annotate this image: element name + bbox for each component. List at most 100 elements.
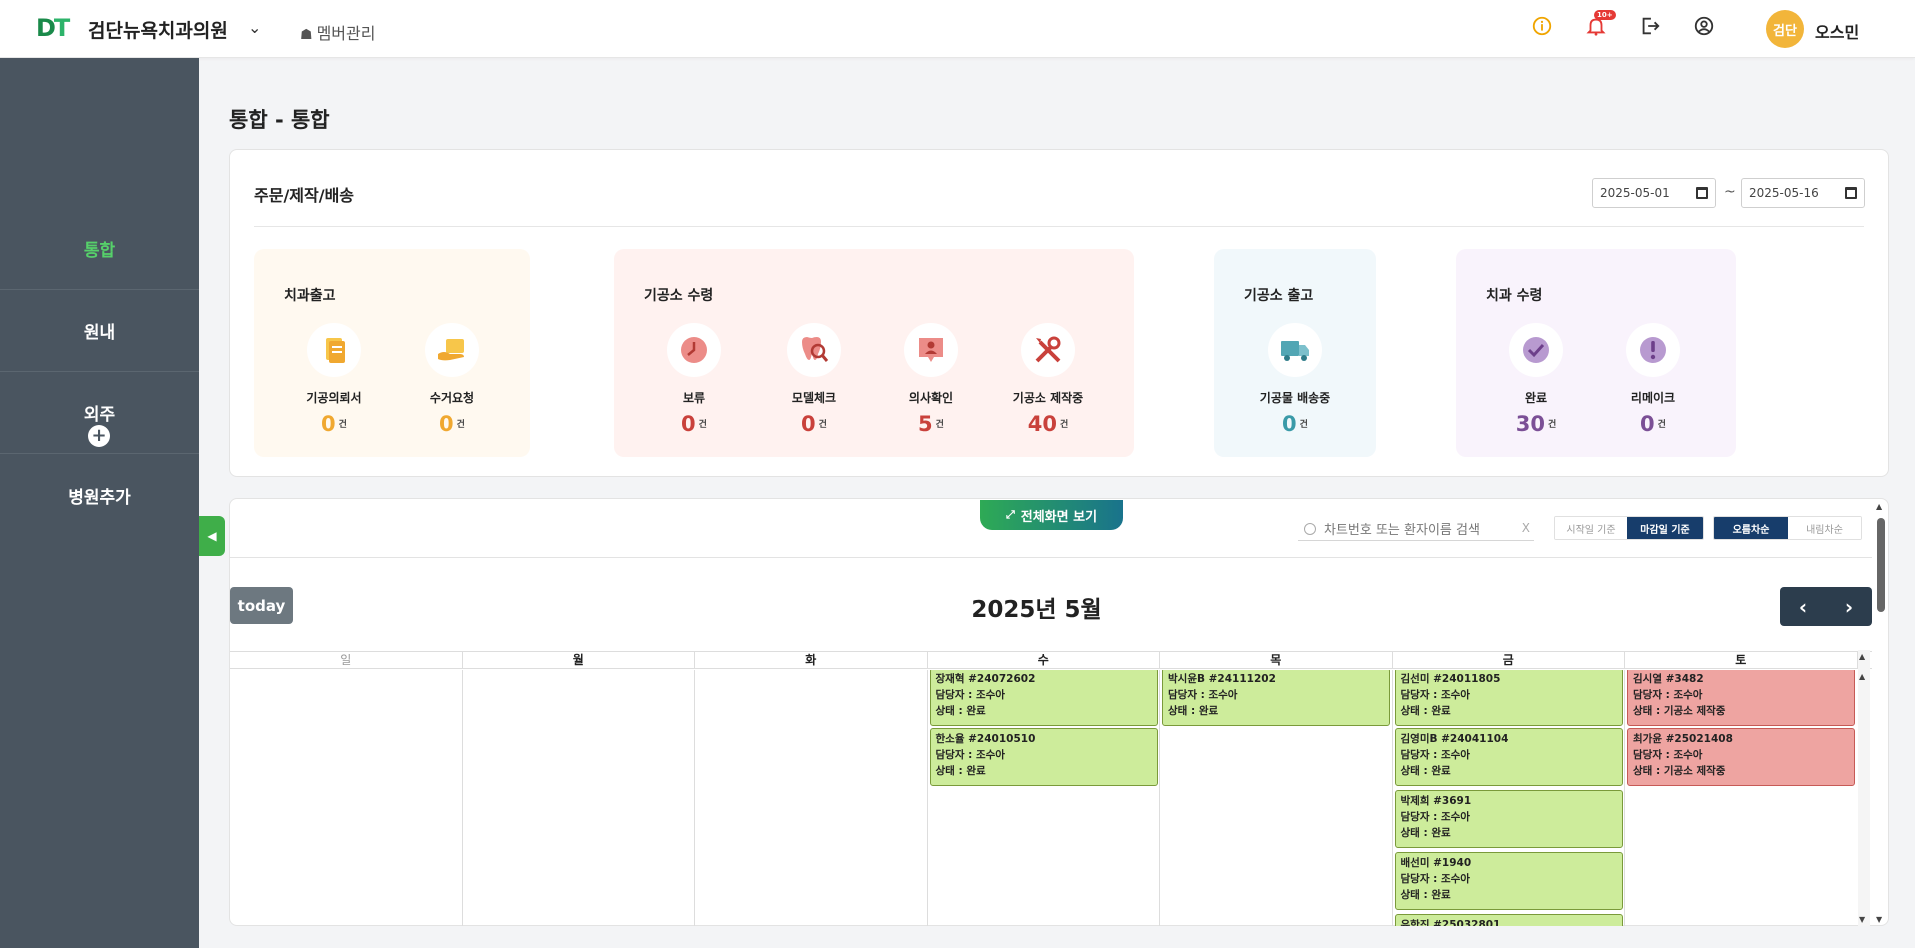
weekday-thu: 목 xyxy=(1160,652,1393,668)
card-clinic-receipt: 치과 수령 완료 30 건 리메이크 0건 xyxy=(1456,249,1736,457)
app-logo[interactable]: DT xyxy=(36,14,70,42)
chevron-down-icon[interactable]: ⌄ xyxy=(248,18,261,37)
avatar[interactable]: 검단 xyxy=(1766,10,1804,48)
panel-scrollbar[interactable]: ▲ ▼ xyxy=(1874,500,1888,926)
sidebar-collapse-button[interactable]: ◀ xyxy=(199,516,225,556)
sidebar-item-integrated[interactable]: 통합 xyxy=(0,208,199,290)
calendar-grid: 장재혁 #24072602 담당자 : 조수아 상태 : 완료 한소율 #24010… xyxy=(230,670,1872,926)
user-circle-icon[interactable] xyxy=(1692,14,1716,38)
weekday-header: 일 월 화 수 목 금 토 xyxy=(230,651,1872,669)
start-date-basis-button[interactable]: 시작일 기준 xyxy=(1555,517,1627,539)
sidebar-item-inhouse[interactable]: 원내 xyxy=(0,290,199,372)
stat-model-check[interactable]: 모델체크 0건 xyxy=(764,323,864,436)
weekday-fri: 금 xyxy=(1393,652,1625,668)
scroll-up-arrow-icon[interactable]: ▲ xyxy=(1859,652,1865,661)
end-date-basis-button[interactable]: 마감일 기준 xyxy=(1627,517,1703,539)
stat-hold[interactable]: 보류 0건 xyxy=(644,323,744,436)
calendar-event[interactable]: 김선미 #24011805 담당자 : 조수아 상태 : 완료 xyxy=(1394,670,1623,726)
day-cell-sun[interactable] xyxy=(230,670,463,926)
card-clinic-shipping: 치과출고 기공의뢰서 0건 수거요청 0건 xyxy=(254,249,530,457)
check-circle-icon xyxy=(1509,323,1563,377)
calendar-event[interactable]: 유한진 #25032801 xyxy=(1394,914,1623,926)
page-title: 통합 - 통합 xyxy=(229,108,330,132)
grid-scrollbar[interactable]: ▲ ▲ ▼ xyxy=(1858,650,1870,926)
clinic-name[interactable]: 검단뉴욕치과의원 xyxy=(88,16,228,43)
date-from-input[interactable]: 2025-05-01 xyxy=(1592,178,1716,208)
next-month-button[interactable]: › xyxy=(1826,587,1872,626)
hand-box-icon xyxy=(425,323,479,377)
calendar-event[interactable]: 박시윤B #24111202 담당자 : 조수아 상태 : 완료 xyxy=(1162,670,1390,726)
divider xyxy=(230,557,1872,558)
stat-complete[interactable]: 완료 30 건 xyxy=(1486,323,1586,436)
card-title: 기공소 출고 xyxy=(1244,288,1314,304)
day-cell-sat[interactable]: 김시열 #3482 담당자 : 조수아 상태 : 기공소 제작중 최가윤 #2502… xyxy=(1625,670,1858,926)
summary-panel: 주문/제작/배송 2025-05-01 ~ 2025-05-16 치과출고 기공… xyxy=(229,149,1889,477)
weekday-sat: 토 xyxy=(1625,652,1858,668)
scroll-up-arrow-icon[interactable]: ▲ xyxy=(1876,502,1882,511)
calendar-event[interactable]: 장재혁 #24072602 담당자 : 조수아 상태 : 완료 xyxy=(929,670,1158,726)
stat-lab-making[interactable]: 기공소 제작중 40 건 xyxy=(998,323,1098,436)
divider xyxy=(254,226,1864,227)
scroll-down-arrow-icon[interactable]: ▼ xyxy=(1859,915,1865,924)
month-nav: ‹ › xyxy=(1780,587,1872,626)
doctor-chat-icon xyxy=(904,323,958,377)
sort-toggle: 오름차순 내림차순 xyxy=(1713,516,1862,540)
weekday-wed: 수 xyxy=(928,652,1160,668)
day-cell-fri[interactable]: 김선미 #24011805 담당자 : 조수아 상태 : 완료 김영미B #2404… xyxy=(1393,670,1625,926)
calendar-event[interactable]: 배선미 #1940 담당자 : 조수아 상태 : 완료 xyxy=(1394,852,1623,910)
calendar-event[interactable]: 최가윤 #25021408 담당자 : 조수아 상태 : 기공소 제작중 xyxy=(1627,728,1855,786)
card-title: 기공소 수령 xyxy=(644,288,714,304)
date-basis-toggle: 시작일 기준 마감일 기준 xyxy=(1554,516,1704,540)
date-to-input[interactable]: 2025-05-16 xyxy=(1741,178,1865,208)
card-title: 치과출고 xyxy=(284,288,336,304)
search-icon xyxy=(1304,522,1316,535)
clock-icon xyxy=(667,323,721,377)
month-title: 2025년 5월 xyxy=(971,597,1102,623)
logout-icon[interactable] xyxy=(1638,14,1662,38)
clear-search-button[interactable]: X xyxy=(1522,521,1530,535)
exclamation-circle-icon xyxy=(1626,323,1680,377)
calendar-icon xyxy=(1696,187,1708,199)
stat-doctor-confirm[interactable]: 의사확인 5건 xyxy=(881,323,981,436)
calendar-event[interactable]: 한소율 #24010510 담당자 : 조수아 상태 : 완료 xyxy=(929,728,1158,786)
prev-month-button[interactable]: ‹ xyxy=(1780,587,1826,626)
top-bar: DT 검단뉴욕치과의원 ⌄ ☗ 멤버관리 10+ 검단 오스민 xyxy=(0,0,1915,58)
add-hospital-button[interactable]: 병원추가 xyxy=(0,483,199,508)
stat-delivering[interactable]: 기공물 배송중 0건 xyxy=(1245,323,1345,436)
stat-request-form[interactable]: 기공의뢰서 0건 xyxy=(284,323,384,436)
tools-icon xyxy=(1021,323,1075,377)
fullscreen-button[interactable]: ⤢ 전체화면 보기 xyxy=(980,500,1123,530)
card-lab-shipping: 기공소 출고 기공물 배송중 0건 xyxy=(1214,249,1376,457)
scroll-down-arrow-icon[interactable]: ▼ xyxy=(1876,915,1882,924)
calendar-event[interactable]: 김시열 #3482 담당자 : 조수아 상태 : 기공소 제작중 xyxy=(1627,670,1855,726)
card-title: 치과 수령 xyxy=(1486,288,1543,304)
day-cell-thu[interactable]: 박시윤B #24111202 담당자 : 조수아 상태 : 완료 xyxy=(1160,670,1393,926)
day-cell-tue[interactable] xyxy=(695,670,928,926)
search-placeholder: 차트번호 또는 환자이름 검색 xyxy=(1324,523,1480,538)
plus-circle-icon[interactable]: + xyxy=(88,425,110,447)
sort-asc-button[interactable]: 오름차순 xyxy=(1714,517,1788,539)
expand-icon: ⤢ xyxy=(1005,508,1015,521)
scroll-up-arrow-icon[interactable]: ▲ xyxy=(1859,672,1865,681)
date-range-separator: ~ xyxy=(1724,184,1736,200)
calendar-icon xyxy=(1845,187,1857,199)
calendar-event[interactable]: 박제희 #3691 담당자 : 조수아 상태 : 완료 xyxy=(1394,790,1623,848)
user-name[interactable]: 오스민 xyxy=(1815,19,1859,43)
weekday-tue: 화 xyxy=(695,652,928,668)
calendar-event[interactable]: 김영미B #24041104 담당자 : 조수아 상태 : 완료 xyxy=(1394,728,1623,786)
card-lab-receipt: 기공소 수령 보류 0건 모델체크 0건 의사확인 5건 기공소 제작중 40 건 xyxy=(614,249,1134,457)
member-management-link[interactable]: ☗ 멤버관리 xyxy=(300,20,375,44)
search-input[interactable]: 차트번호 또는 환자이름 검색 X xyxy=(1298,517,1534,541)
weekday-mon: 월 xyxy=(463,652,695,668)
day-cell-mon[interactable] xyxy=(463,670,695,926)
tooth-search-icon xyxy=(787,323,841,377)
truck-icon xyxy=(1268,323,1322,377)
member-management-label: 멤버관리 xyxy=(316,24,376,43)
stat-remake[interactable]: 리메이크 0건 xyxy=(1603,323,1703,436)
stat-pickup-request[interactable]: 수거요청 0건 xyxy=(402,323,502,436)
day-cell-wed[interactable]: 장재혁 #24072602 담당자 : 조수아 상태 : 완료 한소율 #24010… xyxy=(928,670,1160,926)
info-icon[interactable] xyxy=(1530,14,1554,38)
scrollbar-thumb[interactable] xyxy=(1877,518,1885,612)
person-icon: ☗ xyxy=(300,27,313,43)
sort-desc-button[interactable]: 내림차순 xyxy=(1788,517,1861,539)
